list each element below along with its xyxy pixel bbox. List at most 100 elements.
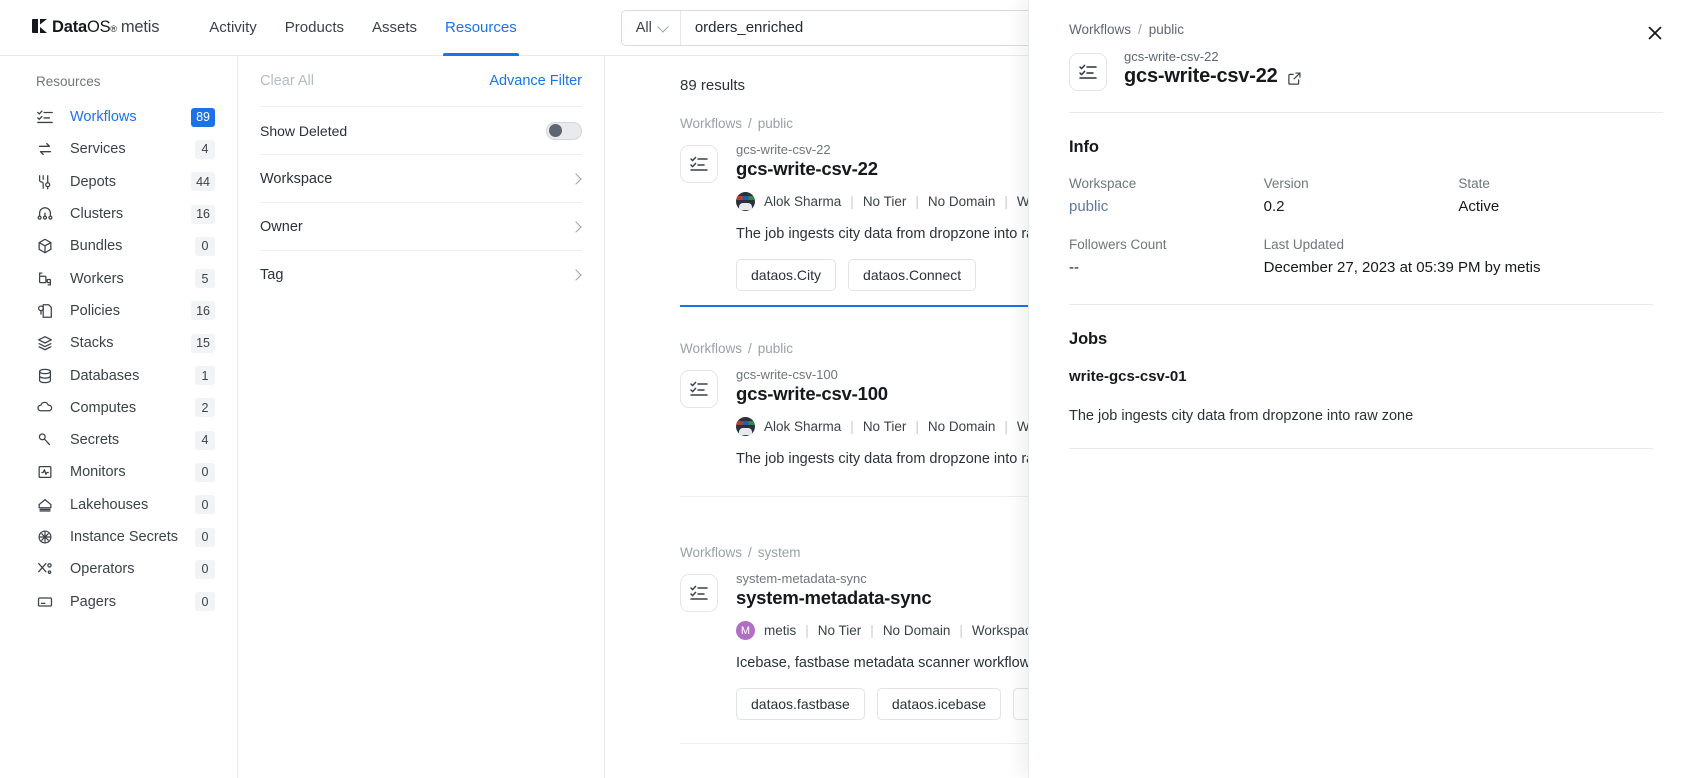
checklist-icon <box>1079 64 1097 79</box>
chevron-right-icon <box>572 175 580 183</box>
instance-secret-icon <box>36 528 56 546</box>
sidebar-item-instance-secrets[interactable]: Instance Secrets 0 <box>0 521 237 553</box>
sidebar-item-policies[interactable]: Policies 16 <box>0 295 237 327</box>
sidebar-item-operators[interactable]: Operators 0 <box>0 553 237 585</box>
domain-label: No Domain <box>927 194 996 209</box>
info-label: State <box>1458 176 1490 191</box>
sidebar-item-label: Services <box>70 141 126 158</box>
tag-chip[interactable]: dataos.Connect <box>848 259 977 291</box>
cube-icon <box>36 237 56 255</box>
filter-header: Clear All Advance Filter <box>260 56 582 106</box>
registered-mark: ® <box>110 24 117 34</box>
sidebar-item-services[interactable]: Services 4 <box>0 133 237 165</box>
detail-panel: Workflows / public gcs-write-csv-22 gcs-wr… <box>1028 0 1693 778</box>
meta-divider: | <box>805 623 809 638</box>
sidebar-item-label: Workers <box>70 270 124 287</box>
sidebar-item-depots[interactable]: Depots 44 <box>0 166 237 198</box>
sidebar-item-count: 4 <box>195 430 215 450</box>
detail-title-text: gcs-write-csv-22 <box>1124 65 1278 87</box>
meta-divider: | <box>1004 419 1008 434</box>
breadcrumb-leaf[interactable]: system <box>758 545 801 560</box>
breadcrumb-leaf[interactable]: public <box>758 116 793 131</box>
cloud-icon <box>36 399 56 417</box>
key-icon <box>36 431 56 449</box>
info-field-state: State Active <box>1458 176 1653 215</box>
worker-icon <box>36 270 56 288</box>
sidebar-item-computes[interactable]: Computes 2 <box>0 392 237 424</box>
layers-icon <box>36 334 56 352</box>
tier-label: No Tier <box>862 419 907 434</box>
filter-row-show-deleted[interactable]: Show Deleted <box>260 106 582 154</box>
info-value: Active <box>1458 198 1500 215</box>
resources-sidebar: Resources Workflows 89 Services 4 Depots… <box>0 56 237 778</box>
sidebar-item-workflows[interactable]: Workflows 89 <box>0 101 237 133</box>
monitor-icon <box>36 463 56 481</box>
nav-item-activity[interactable]: Activity <box>195 0 271 56</box>
breadcrumb-root[interactable]: Workflows <box>680 341 742 356</box>
sidebar-item-count: 0 <box>195 592 215 612</box>
chevron-right-icon <box>572 271 580 279</box>
nav-label: Activity <box>209 19 257 36</box>
tier-label: No Tier <box>817 623 862 638</box>
breadcrumb-separator: / <box>748 341 752 356</box>
close-icon[interactable] <box>1644 22 1666 44</box>
tag-chip[interactable]: dataos.fastbase <box>736 688 865 720</box>
checklist-icon <box>690 585 708 600</box>
domain-label: No Domain <box>927 419 996 434</box>
breadcrumb-separator: / <box>1138 22 1142 37</box>
show-deleted-toggle[interactable] <box>546 121 582 140</box>
breadcrumb-leaf[interactable]: public <box>758 341 793 356</box>
sidebar-item-count: 89 <box>191 107 215 127</box>
sidebar-item-label: Monitors <box>70 464 126 481</box>
breadcrumb-leaf[interactable]: public <box>1149 22 1184 37</box>
sidebar-item-label: Instance Secrets <box>70 529 178 545</box>
advance-filter-link[interactable]: Advance Filter <box>489 73 582 89</box>
info-value[interactable]: public <box>1069 198 1264 215</box>
nav-label: Resources <box>445 19 517 36</box>
info-label: Workspace <box>1069 176 1137 191</box>
breadcrumb-root[interactable]: Workflows <box>1069 22 1131 37</box>
sidebar-item-bundles[interactable]: Bundles 0 <box>0 230 237 262</box>
sidebar-item-label: Policies <box>70 302 120 319</box>
sidebar-item-label: Pagers <box>70 593 116 610</box>
sidebar-item-secrets[interactable]: Secrets 4 <box>0 424 237 456</box>
meta-divider: | <box>959 623 963 638</box>
nav-item-assets[interactable]: Assets <box>358 0 431 56</box>
filter-label: Tag <box>260 266 284 283</box>
breadcrumb-root[interactable]: Workflows <box>680 116 742 131</box>
meta-divider: | <box>915 194 919 209</box>
sidebar-item-workers[interactable]: Workers 5 <box>0 262 237 294</box>
filter-row-tag[interactable]: Tag <box>260 250 582 298</box>
tag-chip[interactable]: dataos.City <box>736 259 837 291</box>
meta-divider: | <box>850 419 854 434</box>
info-value: -- <box>1069 259 1079 276</box>
sidebar-item-label: Workflows <box>70 109 137 126</box>
nav-item-products[interactable]: Products <box>271 0 358 56</box>
database-icon <box>36 367 56 385</box>
sidebar-item-label: Stacks <box>70 335 114 352</box>
chevron-down-icon <box>659 23 668 32</box>
sidebar-item-label: Bundles <box>70 238 123 255</box>
filter-row-workspace[interactable]: Workspace <box>260 154 582 202</box>
job-name[interactable]: write-gcs-csv-01 <box>1069 368 1653 385</box>
app-logo[interactable]: Data OS ® metis <box>32 18 159 37</box>
breadcrumb-root[interactable]: Workflows <box>680 545 742 560</box>
sidebar-item-count: 0 <box>195 495 215 515</box>
external-link-icon[interactable] <box>1287 69 1302 85</box>
lakehouse-icon <box>36 496 56 514</box>
sidebar-item-stacks[interactable]: Stacks 15 <box>0 327 237 359</box>
sidebar-item-label: Secrets <box>70 432 120 449</box>
filter-row-owner[interactable]: Owner <box>260 202 582 250</box>
clear-all-button[interactable]: Clear All <box>260 73 314 89</box>
cluster-icon <box>36 205 56 223</box>
search-scope-dropdown[interactable]: All <box>622 10 681 45</box>
brand-product-name: metis <box>120 18 160 36</box>
owner-name: Alok Sharma <box>764 194 842 209</box>
sidebar-item-clusters[interactable]: Clusters 16 <box>0 198 237 230</box>
tag-chip[interactable]: dataos.icebase <box>876 688 1002 720</box>
nav-item-resources[interactable]: Resources <box>431 0 531 56</box>
sidebar-item-pagers[interactable]: Pagers 0 <box>0 585 237 617</box>
sidebar-item-lakehouses[interactable]: Lakehouses 0 <box>0 489 237 521</box>
sidebar-item-monitors[interactable]: Monitors 0 <box>0 456 237 488</box>
sidebar-item-databases[interactable]: Databases 1 <box>0 359 237 391</box>
